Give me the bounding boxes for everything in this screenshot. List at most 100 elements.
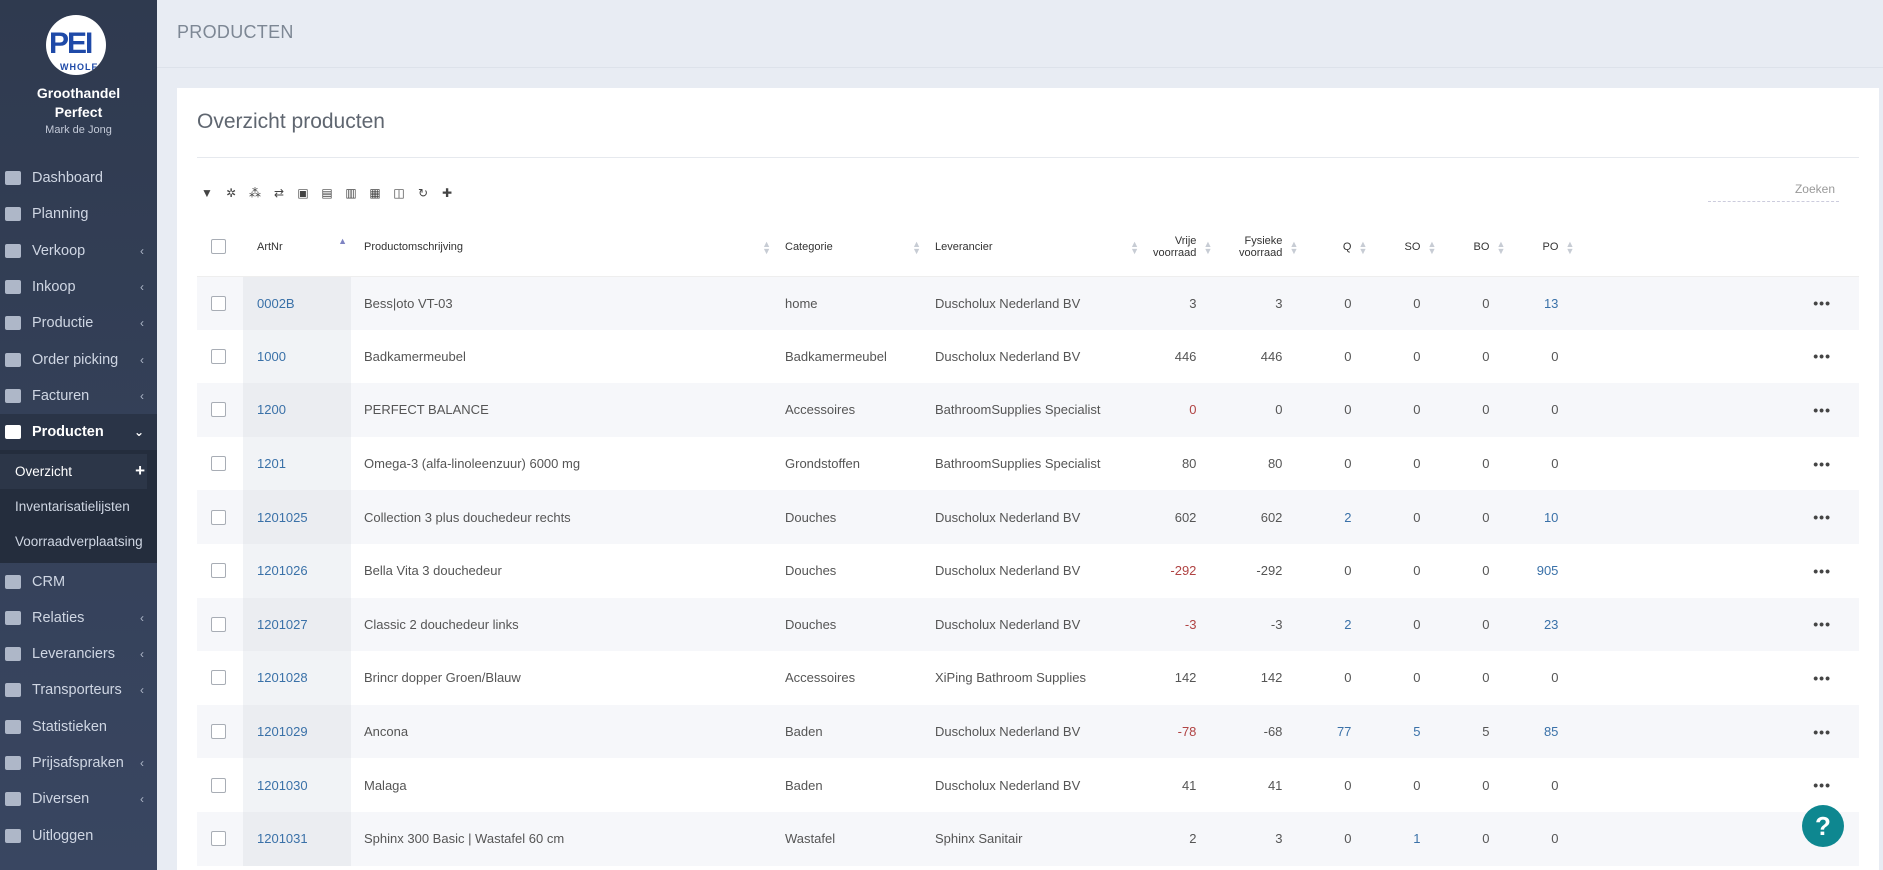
filter-icon[interactable]: ▼ xyxy=(200,186,214,200)
sidebar-item-relaties[interactable]: Relaties ‹ xyxy=(0,600,157,636)
exchange-icon[interactable]: ⇄ xyxy=(272,186,286,200)
artnr-link[interactable]: 1201026 xyxy=(257,563,308,578)
table-row[interactable]: 1201029 Ancona Baden Duscholux Nederland BV… xyxy=(197,704,1859,759)
header-so[interactable]: SO ▲ ▼ xyxy=(1371,218,1441,277)
sidebar-item-verkoop[interactable]: Verkoop ‹ xyxy=(0,233,157,269)
artnr-link[interactable]: 1200 xyxy=(257,402,286,417)
sidebar-item-productie[interactable]: Productie ‹ xyxy=(0,305,157,341)
row-menu-icon[interactable]: ••• xyxy=(1813,456,1831,472)
sidebar-subitem-voorraadverplaatsing[interactable]: Voorraadverplaatsing xyxy=(0,524,157,559)
table-row[interactable]: 0002B Bess|oto VT-03 home Duscholux Nederla… xyxy=(197,276,1859,330)
pdf-icon[interactable]: ▥ xyxy=(344,186,358,200)
cell-artnr: 1200 xyxy=(243,383,351,437)
add-icon[interactable]: + xyxy=(135,461,145,481)
row-menu-icon[interactable]: ••• xyxy=(1813,616,1831,632)
row-checkbox[interactable] xyxy=(211,831,226,847)
artnr-link[interactable]: 1201030 xyxy=(257,778,308,793)
refresh-icon[interactable]: ↻ xyxy=(416,186,430,200)
columns-icon[interactable]: ◫ xyxy=(392,186,406,200)
header-free-stock-label1: Vrije xyxy=(1174,234,1197,247)
row-menu-icon[interactable]: ••• xyxy=(1813,348,1831,364)
row-checkbox[interactable] xyxy=(211,295,226,311)
sidebar-subitem-overzicht[interactable]: Overzicht + xyxy=(0,454,147,490)
sidebar-item-crm[interactable]: CRM xyxy=(0,563,157,599)
divider xyxy=(197,157,1859,158)
sidebar-item-transporteurs[interactable]: Transporteurs ‹ xyxy=(0,672,157,708)
header-po[interactable]: PO ▲ ▼ xyxy=(1509,218,1579,277)
header-physical-stock[interactable]: Fysieke voorraad ▲ ▼ xyxy=(1216,218,1303,277)
artnr-link[interactable]: 1201027 xyxy=(257,617,308,632)
table-row[interactable]: 1201028 Brincr dopper Groen/Blauw Accessoi… xyxy=(197,651,1859,705)
file-text-icon[interactable]: ▦ xyxy=(368,186,382,200)
artnr-link[interactable]: 1201025 xyxy=(257,510,308,525)
cubes-icon[interactable]: ⁂ xyxy=(248,186,262,200)
sidebar-item-statistieken[interactable]: Statistieken xyxy=(0,709,157,745)
row-checkbox[interactable] xyxy=(211,348,226,364)
row-menu-icon[interactable]: ••• xyxy=(1813,402,1831,418)
sidebar-item-dashboard[interactable]: Dashboard xyxy=(0,160,157,196)
header-artnr[interactable]: ArtNr ▲ xyxy=(243,218,351,277)
row-menu-icon[interactable]: ••• xyxy=(1813,777,1831,793)
cell-po: 0 xyxy=(1509,383,1579,437)
row-checkbox[interactable] xyxy=(211,724,226,740)
sidebar-item-planning[interactable]: Planning xyxy=(0,196,157,232)
sidebar-subitem-inventarisatielijsten[interactable]: Inventarisatielijsten xyxy=(0,489,157,524)
row-menu-icon[interactable]: ••• xyxy=(1813,670,1831,686)
row-menu-icon[interactable]: ••• xyxy=(1813,295,1831,311)
artnr-link[interactable]: 1000 xyxy=(257,349,286,364)
cell-so: 0 xyxy=(1371,597,1441,652)
table-row[interactable]: 1200 PERFECT BALANCE Accessoires BathroomSu… xyxy=(197,383,1859,437)
excel-icon[interactable]: ▣ xyxy=(296,186,310,200)
row-menu-icon[interactable]: ••• xyxy=(1813,563,1831,579)
row-checkbox[interactable] xyxy=(211,563,226,579)
table-row[interactable]: 1000 Badkamermeubel Badkamermeubel Duscholu… xyxy=(197,329,1859,384)
header-category[interactable]: Categorie ▲ ▼ xyxy=(775,218,925,277)
row-checkbox[interactable] xyxy=(211,509,226,525)
table-row[interactable]: 1201027 Classic 2 douchedeur links Douches… xyxy=(197,597,1859,652)
cell-artnr: 0002B xyxy=(243,276,351,330)
company-logo[interactable]: PEI WHOLE xyxy=(46,15,106,75)
plus-icon[interactable]: ✚ xyxy=(440,186,454,200)
artnr-link[interactable]: 1201029 xyxy=(257,724,308,739)
sidebar-item-facturen[interactable]: Facturen ‹ xyxy=(0,378,157,414)
sidebar-item-producten[interactable]: Producten ⌄ xyxy=(0,414,157,451)
table-row[interactable]: 1201025 Collection 3 plus douchedeur rech… xyxy=(197,490,1859,544)
header-q[interactable]: Q ▲ ▼ xyxy=(1302,218,1372,277)
file-icon[interactable]: ▤ xyxy=(320,186,334,200)
help-button[interactable]: ? xyxy=(1802,805,1844,847)
row-checkbox[interactable] xyxy=(211,777,226,793)
cell-artnr: 1201026 xyxy=(243,543,351,598)
row-menu-icon[interactable]: ••• xyxy=(1813,724,1831,740)
sidebar-item-leveranciers[interactable]: Leveranciers ‹ xyxy=(0,636,157,672)
table-row[interactable]: 1201 Omega-3 (alfa-linoleenzuur) 6000 mg G… xyxy=(197,436,1859,491)
cell-free-stock: 3 xyxy=(1143,276,1217,330)
wrench-icon xyxy=(5,316,21,331)
row-checkbox[interactable] xyxy=(211,616,226,632)
artnr-link[interactable]: 1201031 xyxy=(257,831,308,846)
header-free-stock[interactable]: Vrije voorraad ▲ ▼ xyxy=(1143,218,1217,277)
artnr-link[interactable]: 0002B xyxy=(257,296,295,311)
sort-icon: ▲ ▼ xyxy=(1130,239,1139,256)
header-bo[interactable]: BO ▲ ▼ xyxy=(1440,218,1510,277)
row-menu-icon[interactable]: ••• xyxy=(1813,509,1831,525)
cell-description: PERFECT BALANCE xyxy=(351,383,775,437)
gear-icon[interactable]: ✲ xyxy=(224,186,238,200)
select-all-checkbox[interactable] xyxy=(211,239,226,255)
sidebar-item-inkoop[interactable]: Inkoop ‹ xyxy=(0,269,157,305)
sidebar-item-prijsafspraken[interactable]: Prijsafspraken ‹ xyxy=(0,745,157,781)
row-checkbox[interactable] xyxy=(211,670,226,686)
header-supplier[interactable]: Leverancier ▲ ▼ xyxy=(925,218,1143,277)
header-description[interactable]: Productomschrijving ▲ ▼ xyxy=(351,218,775,277)
sidebar-item-order-picking[interactable]: Order picking ‹ xyxy=(0,341,157,377)
artnr-link[interactable]: 1201 xyxy=(257,456,286,471)
row-checkbox[interactable] xyxy=(211,402,226,418)
toolbar: ▼ ✲ ⁂ ⇄ ▣ ▤ ▥ ▦ ◫ ↻ ✚ xyxy=(200,186,454,200)
artnr-link[interactable]: 1201028 xyxy=(257,670,308,685)
sidebar-item-uitloggen[interactable]: Uitloggen xyxy=(0,817,157,853)
table-row[interactable]: 1201030 Malaga Baden Duscholux Nederland BV… xyxy=(197,758,1859,812)
table-row[interactable]: 1201026 Bella Vita 3 douchedeur Douches Dus… xyxy=(197,543,1859,598)
search-input[interactable]: Zoeken xyxy=(1708,180,1839,202)
table-row[interactable]: 1201031 Sphinx 300 Basic | Wastafel 60 cm… xyxy=(197,811,1859,866)
sidebar-item-diversen[interactable]: Diversen ‹ xyxy=(0,781,157,817)
row-checkbox[interactable] xyxy=(211,456,226,472)
